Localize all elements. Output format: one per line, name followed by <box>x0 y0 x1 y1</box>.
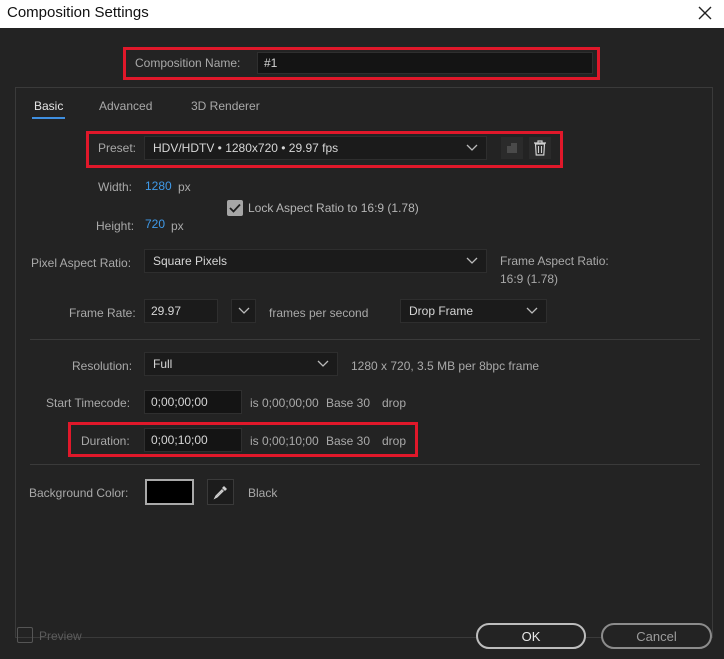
frame-rate-dropdown-button[interactable] <box>231 299 256 323</box>
start-timecode-drop: drop <box>382 396 407 410</box>
preview-label: Preview <box>39 629 82 643</box>
duration-label: Duration: <box>81 434 130 448</box>
duration-is: is 0;00;10;00 <box>250 434 319 448</box>
title-bar: Composition Settings <box>0 0 724 28</box>
frame-rate-unit: frames per second <box>269 306 369 320</box>
tab-3d-renderer[interactable]: 3D Renderer <box>191 99 260 113</box>
lock-aspect-label: Lock Aspect Ratio to 16:9 (1.78) <box>248 201 419 215</box>
window-title: Composition Settings <box>7 4 149 21</box>
duration-drop: drop <box>382 434 407 448</box>
preview-checkbox[interactable] <box>17 627 33 643</box>
trash-icon <box>534 140 546 156</box>
tab-basic[interactable]: Basic <box>34 99 63 113</box>
chevron-down-icon <box>466 144 478 151</box>
section-divider <box>30 339 700 340</box>
resolution-value: Full <box>153 357 173 371</box>
width-value[interactable]: 1280 <box>145 179 172 193</box>
preset-label: Preset: <box>98 141 137 155</box>
start-timecode-label: Start Timecode: <box>46 396 131 410</box>
preset-dropdown[interactable]: HDV/HDTV • 1280x720 • 29.97 fps <box>144 136 487 160</box>
start-timecode-input[interactable]: 0;00;00;00 <box>144 390 242 414</box>
checkmark-icon <box>229 203 241 213</box>
save-preset-icon <box>507 143 517 153</box>
eyedropper-icon <box>213 486 227 500</box>
cancel-button[interactable]: Cancel <box>601 623 712 649</box>
close-button[interactable] <box>694 2 716 24</box>
chevron-down-icon <box>238 307 249 314</box>
composition-settings-dialog: Composition Name: #1 Basic Advanced 3D R… <box>0 28 724 659</box>
height-unit: px <box>171 219 184 233</box>
duration-input[interactable]: 0;00;10;00 <box>144 428 242 452</box>
background-color-name: Black <box>248 486 278 500</box>
resolution-info: 1280 x 720, 3.5 MB per 8bpc frame <box>351 359 540 373</box>
resolution-label: Resolution: <box>72 359 133 373</box>
chevron-down-icon <box>466 257 478 264</box>
close-icon <box>698 6 712 20</box>
lock-aspect-checkbox[interactable] <box>227 200 243 216</box>
resolution-dropdown[interactable]: Full <box>144 352 338 376</box>
ok-button[interactable]: OK <box>476 623 586 649</box>
drop-frame-dropdown[interactable]: Drop Frame <box>400 299 547 323</box>
frame-rate-input[interactable]: 29.97 <box>144 299 218 323</box>
tab-basic-underline <box>32 117 65 119</box>
pixel-aspect-label: Pixel Aspect Ratio: <box>31 256 132 270</box>
delete-preset-button[interactable] <box>529 137 551 159</box>
background-color-swatch[interactable] <box>145 479 194 505</box>
tab-advanced[interactable]: Advanced <box>99 99 152 113</box>
pixel-aspect-value: Square Pixels <box>153 254 228 268</box>
section-divider <box>30 464 700 465</box>
start-timecode-base: Base 30 <box>326 396 371 410</box>
width-unit: px <box>178 180 191 194</box>
save-preset-button[interactable] <box>501 137 523 159</box>
height-value[interactable]: 720 <box>145 217 165 231</box>
width-label: Width: <box>98 180 133 194</box>
composition-name-input[interactable]: #1 <box>257 52 593 74</box>
start-timecode-is: is 0;00;00;00 <box>250 396 319 410</box>
eyedropper-button[interactable] <box>207 479 234 505</box>
frame-aspect-label: Frame Aspect Ratio: <box>500 254 609 268</box>
composition-name-label: Composition Name: <box>135 56 241 70</box>
chevron-down-icon <box>526 307 538 314</box>
preset-value: HDV/HDTV • 1280x720 • 29.97 fps <box>153 141 339 155</box>
background-color-label: Background Color: <box>29 486 129 500</box>
frame-aspect-value: 16:9 (1.78) <box>500 272 559 286</box>
drop-frame-value: Drop Frame <box>409 304 474 318</box>
chevron-down-icon <box>317 360 329 367</box>
frame-rate-label: Frame Rate: <box>69 306 136 320</box>
pixel-aspect-dropdown[interactable]: Square Pixels <box>144 249 487 273</box>
height-label: Height: <box>96 219 135 233</box>
duration-base: Base 30 <box>326 434 371 448</box>
